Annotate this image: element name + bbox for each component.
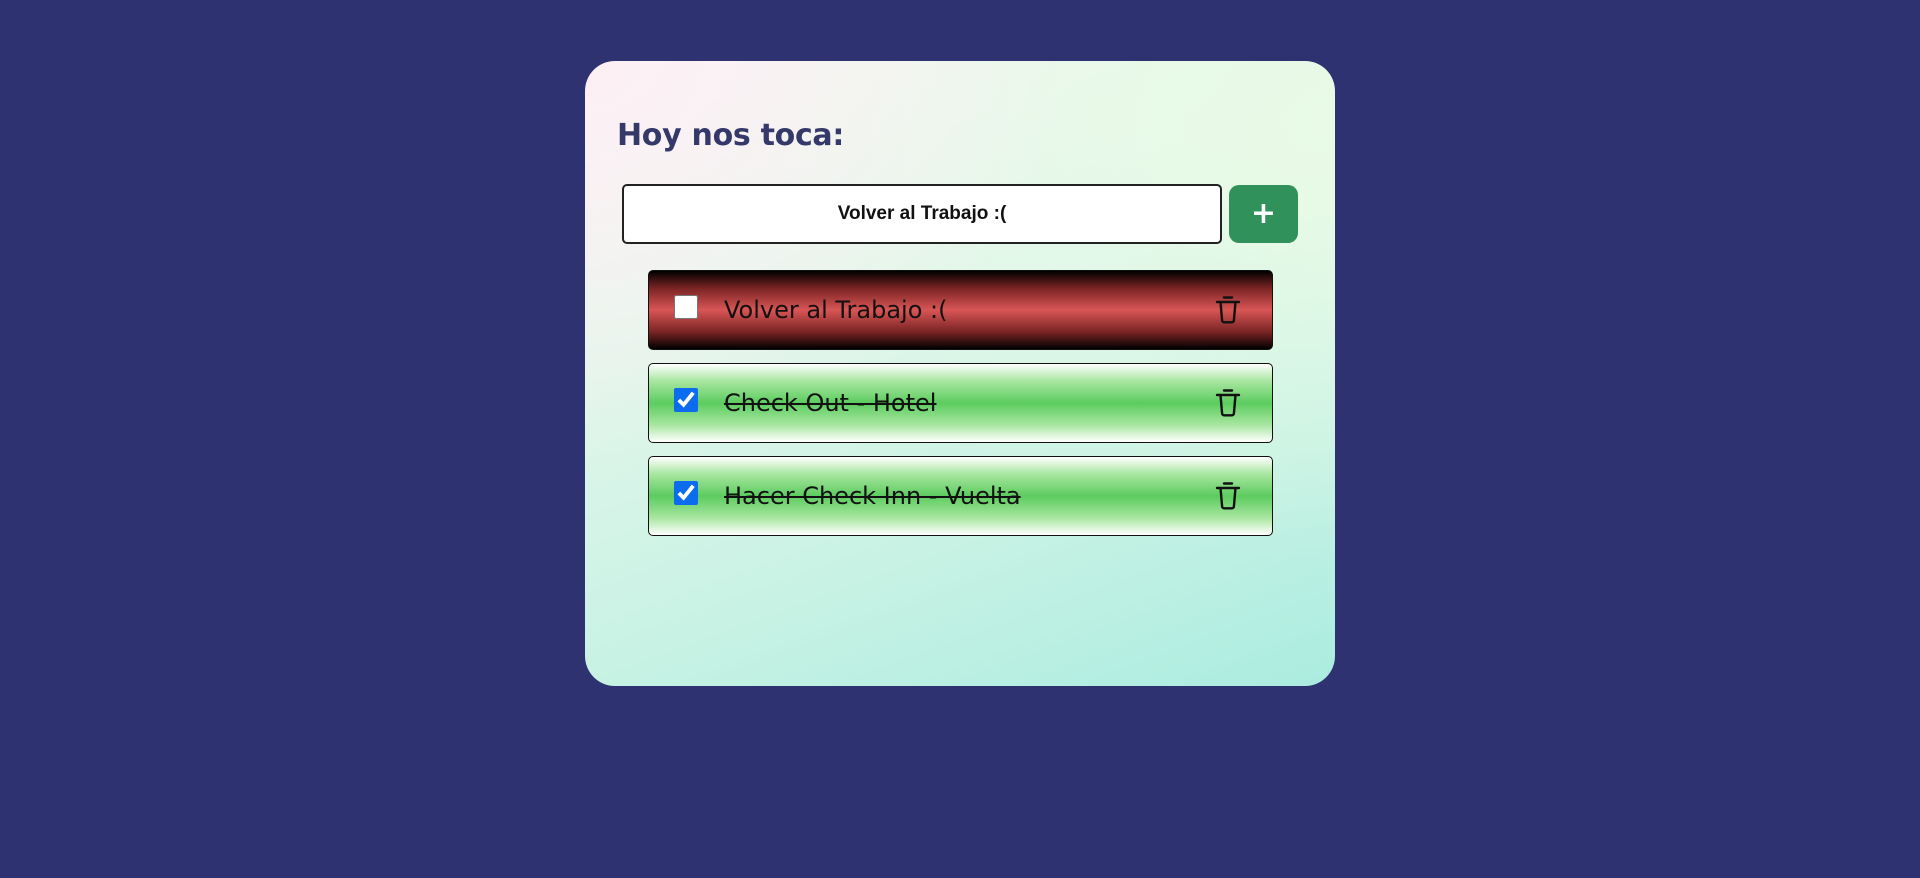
todo-card: Hoy nos toca: + Volver al Trabajo :( Che… bbox=[585, 61, 1335, 686]
task-checkbox[interactable] bbox=[674, 388, 698, 412]
trash-icon bbox=[1215, 482, 1241, 510]
task-item: Volver al Trabajo :( bbox=[648, 270, 1273, 350]
delete-task-button[interactable] bbox=[1214, 479, 1244, 511]
page-title: Hoy nos toca: bbox=[617, 118, 845, 153]
task-checkbox[interactable] bbox=[674, 295, 698, 319]
task-checkbox[interactable] bbox=[674, 481, 698, 505]
delete-task-button[interactable] bbox=[1214, 293, 1244, 325]
task-item: Check Out - Hotel bbox=[648, 363, 1273, 443]
new-task-input[interactable] bbox=[622, 184, 1222, 244]
trash-icon bbox=[1215, 296, 1241, 324]
trash-icon bbox=[1215, 389, 1241, 417]
task-label: Hacer Check Inn - Vuelta bbox=[724, 482, 1021, 510]
task-label: Volver al Trabajo :( bbox=[724, 296, 948, 324]
task-list: Volver al Trabajo :( Check Out - Hotel H… bbox=[648, 270, 1273, 549]
task-item: Hacer Check Inn - Vuelta bbox=[648, 456, 1273, 536]
delete-task-button[interactable] bbox=[1214, 386, 1244, 418]
add-task-button[interactable]: + bbox=[1229, 185, 1298, 243]
task-label: Check Out - Hotel bbox=[724, 389, 937, 417]
